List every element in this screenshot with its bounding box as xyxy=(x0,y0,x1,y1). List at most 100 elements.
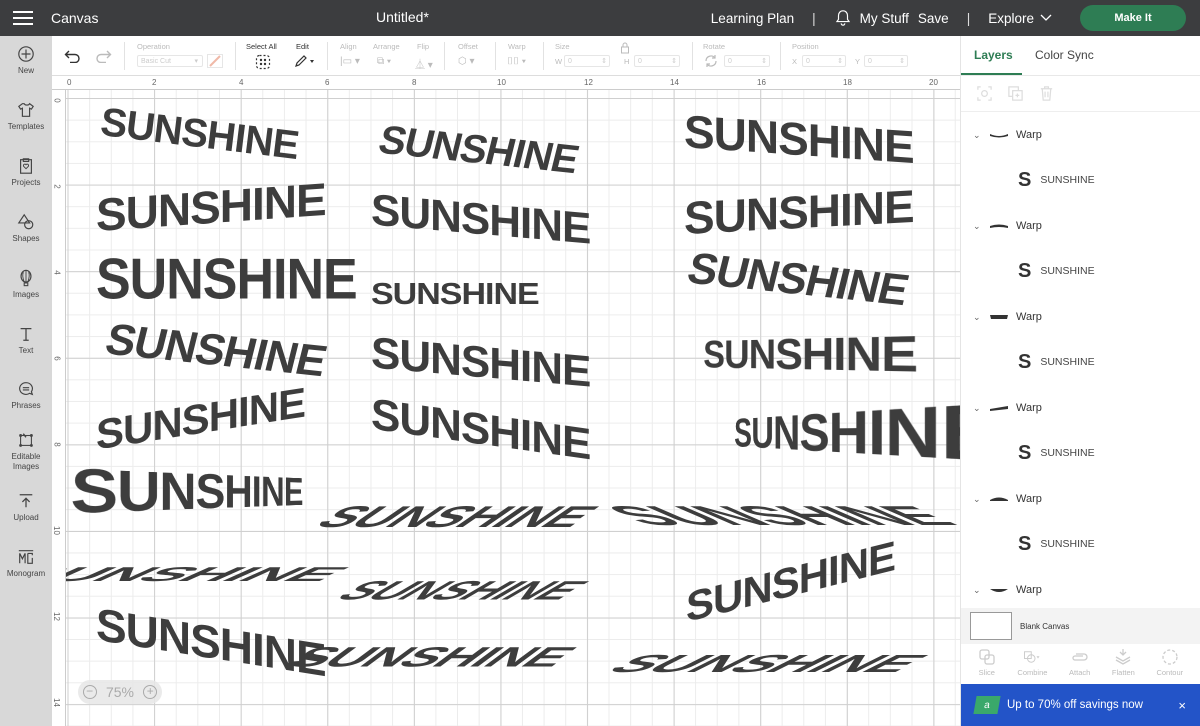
layer-group[interactable]: ⌄ Warp xyxy=(961,580,1200,600)
warped-text[interactable]: SUNSHINE xyxy=(275,642,586,674)
warped-text[interactable]: SUNSHINE xyxy=(96,247,358,313)
offset-icon[interactable]: ⬡ ▾ xyxy=(458,56,475,67)
chevron-down-icon[interactable]: ⌄ xyxy=(973,403,983,414)
rotate-input[interactable]: 0 ⇕ xyxy=(724,55,770,67)
sidebar-item-monogram[interactable]: Monogram xyxy=(0,548,52,578)
operation-select[interactable]: Basic Cut ▾ xyxy=(137,55,203,67)
warped-text[interactable]: SUNSHINE xyxy=(321,576,599,606)
layer-item[interactable]: S SUNSHINE xyxy=(961,349,1200,375)
warped-text[interactable]: SUNSHINE xyxy=(100,315,331,387)
warped-text[interactable]: SUNSHINE xyxy=(96,597,326,687)
sidebar-item-shapes[interactable]: Shapes xyxy=(0,213,52,243)
learning-plan-link[interactable]: Learning Plan xyxy=(711,11,794,26)
explore-dropdown[interactable]: Explore xyxy=(988,11,1052,26)
sidebar-item-images[interactable]: Images xyxy=(0,269,52,299)
chevron-down-icon[interactable]: ⌄ xyxy=(973,585,983,596)
layer-item[interactable]: S SUNSHINE xyxy=(961,167,1200,193)
make-it-button[interactable]: Make It xyxy=(1080,5,1186,31)
close-icon[interactable]: × xyxy=(1178,698,1186,713)
trash-icon[interactable] xyxy=(1038,85,1055,102)
warped-text[interactable]: SUNSHINE xyxy=(96,378,305,459)
height-input[interactable]: 0 ⇕ xyxy=(634,55,680,67)
select-all-icon[interactable] xyxy=(255,54,271,70)
linetype-color-icon[interactable] xyxy=(207,54,223,68)
slice-button[interactable]: Slice xyxy=(978,644,996,682)
save-button[interactable]: Save xyxy=(918,11,949,26)
warped-text[interactable]: SUNSHINE xyxy=(684,104,914,174)
group-icon[interactable] xyxy=(976,85,993,102)
sidebar-item-templates[interactable]: Templates xyxy=(0,101,52,131)
warped-text[interactable]: SUNSHINE xyxy=(371,185,590,254)
zoom-in-button[interactable]: + xyxy=(143,685,158,699)
sidebar-item-editable-images[interactable]: Editable Images xyxy=(0,431,52,472)
layer-item[interactable]: S SUNSHINE xyxy=(961,440,1200,466)
sidebar-item-text[interactable]: Text xyxy=(0,325,52,355)
ruler-tick-label: 10 xyxy=(51,526,61,535)
warped-text[interactable]: SUNSHINE xyxy=(588,500,960,531)
warped-text[interactable]: SUNSHINE xyxy=(66,563,360,586)
promo-banner[interactable]: a Up to 70% off savings now × xyxy=(961,684,1200,726)
flatten-button[interactable]: Flatten xyxy=(1112,644,1135,682)
arrange-icon[interactable]: ⧉ ▾ xyxy=(377,56,391,67)
sidebar-item-label: Shapes xyxy=(12,234,40,243)
combine-button[interactable]: Combine xyxy=(1017,644,1047,682)
warped-text[interactable]: SUNSHINE xyxy=(682,244,913,316)
layer-item[interactable]: S SUNSHINE xyxy=(961,258,1200,284)
warped-text[interactable]: SUNSHINE xyxy=(371,328,590,397)
document-title[interactable]: Untitled* xyxy=(376,9,429,25)
warped-text[interactable]: SUNSHINE xyxy=(684,179,914,245)
ruler-tick-label: 0 xyxy=(67,78,72,87)
warped-text[interactable]: SUNSHINE xyxy=(371,390,590,471)
chevron-down-icon[interactable]: ⌄ xyxy=(973,130,983,141)
warped-text[interactable]: SUNSHINE xyxy=(98,100,301,169)
sidebar-item-new[interactable]: New xyxy=(0,45,52,75)
chevron-down-icon[interactable]: ⌄ xyxy=(973,312,983,323)
warped-text[interactable]: SUNSHINE xyxy=(70,456,303,530)
warped-text[interactable]: SUNSHINE xyxy=(96,172,326,242)
warped-text[interactable]: SUNSHINE xyxy=(302,501,609,535)
x-input[interactable]: 0 ⇕ xyxy=(802,55,846,67)
warped-text[interactable]: SUNSHINE xyxy=(371,277,540,312)
zoom-out-button[interactable]: − xyxy=(82,685,97,699)
flip-icon[interactable]: ⏅ ▾ xyxy=(415,56,433,71)
chevron-down-icon xyxy=(1040,14,1052,21)
layer-group[interactable]: ⌄ Warp xyxy=(961,489,1200,509)
warped-text[interactable]: SUNSHINE xyxy=(686,532,895,632)
warped-text[interactable]: SUNSHINE xyxy=(591,651,940,679)
contour-button[interactable]: Contour xyxy=(1156,644,1183,682)
chevron-down-icon[interactable]: ⌄ xyxy=(973,494,983,505)
tab-layers[interactable]: Layers xyxy=(961,36,1022,75)
layer-item-label: SUNSHINE xyxy=(1040,174,1095,186)
sidebar-item-upload[interactable]: Upload xyxy=(0,492,52,522)
layer-group[interactable]: ⌄ Warp xyxy=(961,398,1200,418)
warped-text[interactable]: SUNSHINE xyxy=(703,325,917,384)
sidebar-item-phrases[interactable]: Phrases xyxy=(0,380,52,410)
layer-group[interactable]: ⌄ Warp xyxy=(961,125,1200,145)
lock-icon[interactable] xyxy=(620,42,630,54)
duplicate-icon[interactable] xyxy=(1007,85,1024,102)
blank-canvas-layer[interactable]: Blank Canvas xyxy=(961,608,1200,644)
layer-group[interactable]: ⌄ Warp xyxy=(961,216,1200,236)
flatten-icon xyxy=(1116,649,1131,665)
warped-text[interactable]: SUNSHINE xyxy=(374,118,582,183)
undo-icon[interactable] xyxy=(64,49,82,63)
attach-button[interactable]: Attach xyxy=(1069,644,1090,682)
chevron-down-icon[interactable]: ⌄ xyxy=(973,221,983,232)
rotate-icon[interactable] xyxy=(704,54,718,68)
align-icon[interactable]: |▭ ▾ xyxy=(340,56,360,67)
my-stuff-link[interactable]: My Stuff xyxy=(860,11,909,26)
upload-icon xyxy=(19,494,33,508)
design-canvas[interactable]: SUNSHINE SUNSHINE SUNSHINE SUNSHINE SUNS… xyxy=(66,90,960,726)
sidebar-item-projects[interactable]: Projects xyxy=(0,157,52,187)
warped-text[interactable]: SUNSHINE xyxy=(734,383,960,482)
hamburger-menu-icon[interactable] xyxy=(0,0,46,36)
y-input[interactable]: 0 ⇕ xyxy=(864,55,908,67)
edit-pencil-icon[interactable] xyxy=(294,54,316,68)
width-input[interactable]: 0 ⇕ xyxy=(564,55,610,67)
warp-icon[interactable]: ⌷⌷ ▾ xyxy=(507,56,526,67)
layer-item[interactable]: S SUNSHINE xyxy=(961,531,1200,557)
tab-color-sync[interactable]: Color Sync xyxy=(1022,36,1106,75)
layer-group[interactable]: ⌄ Warp xyxy=(961,307,1200,327)
redo-icon[interactable] xyxy=(94,49,112,63)
bell-icon[interactable] xyxy=(834,9,852,27)
